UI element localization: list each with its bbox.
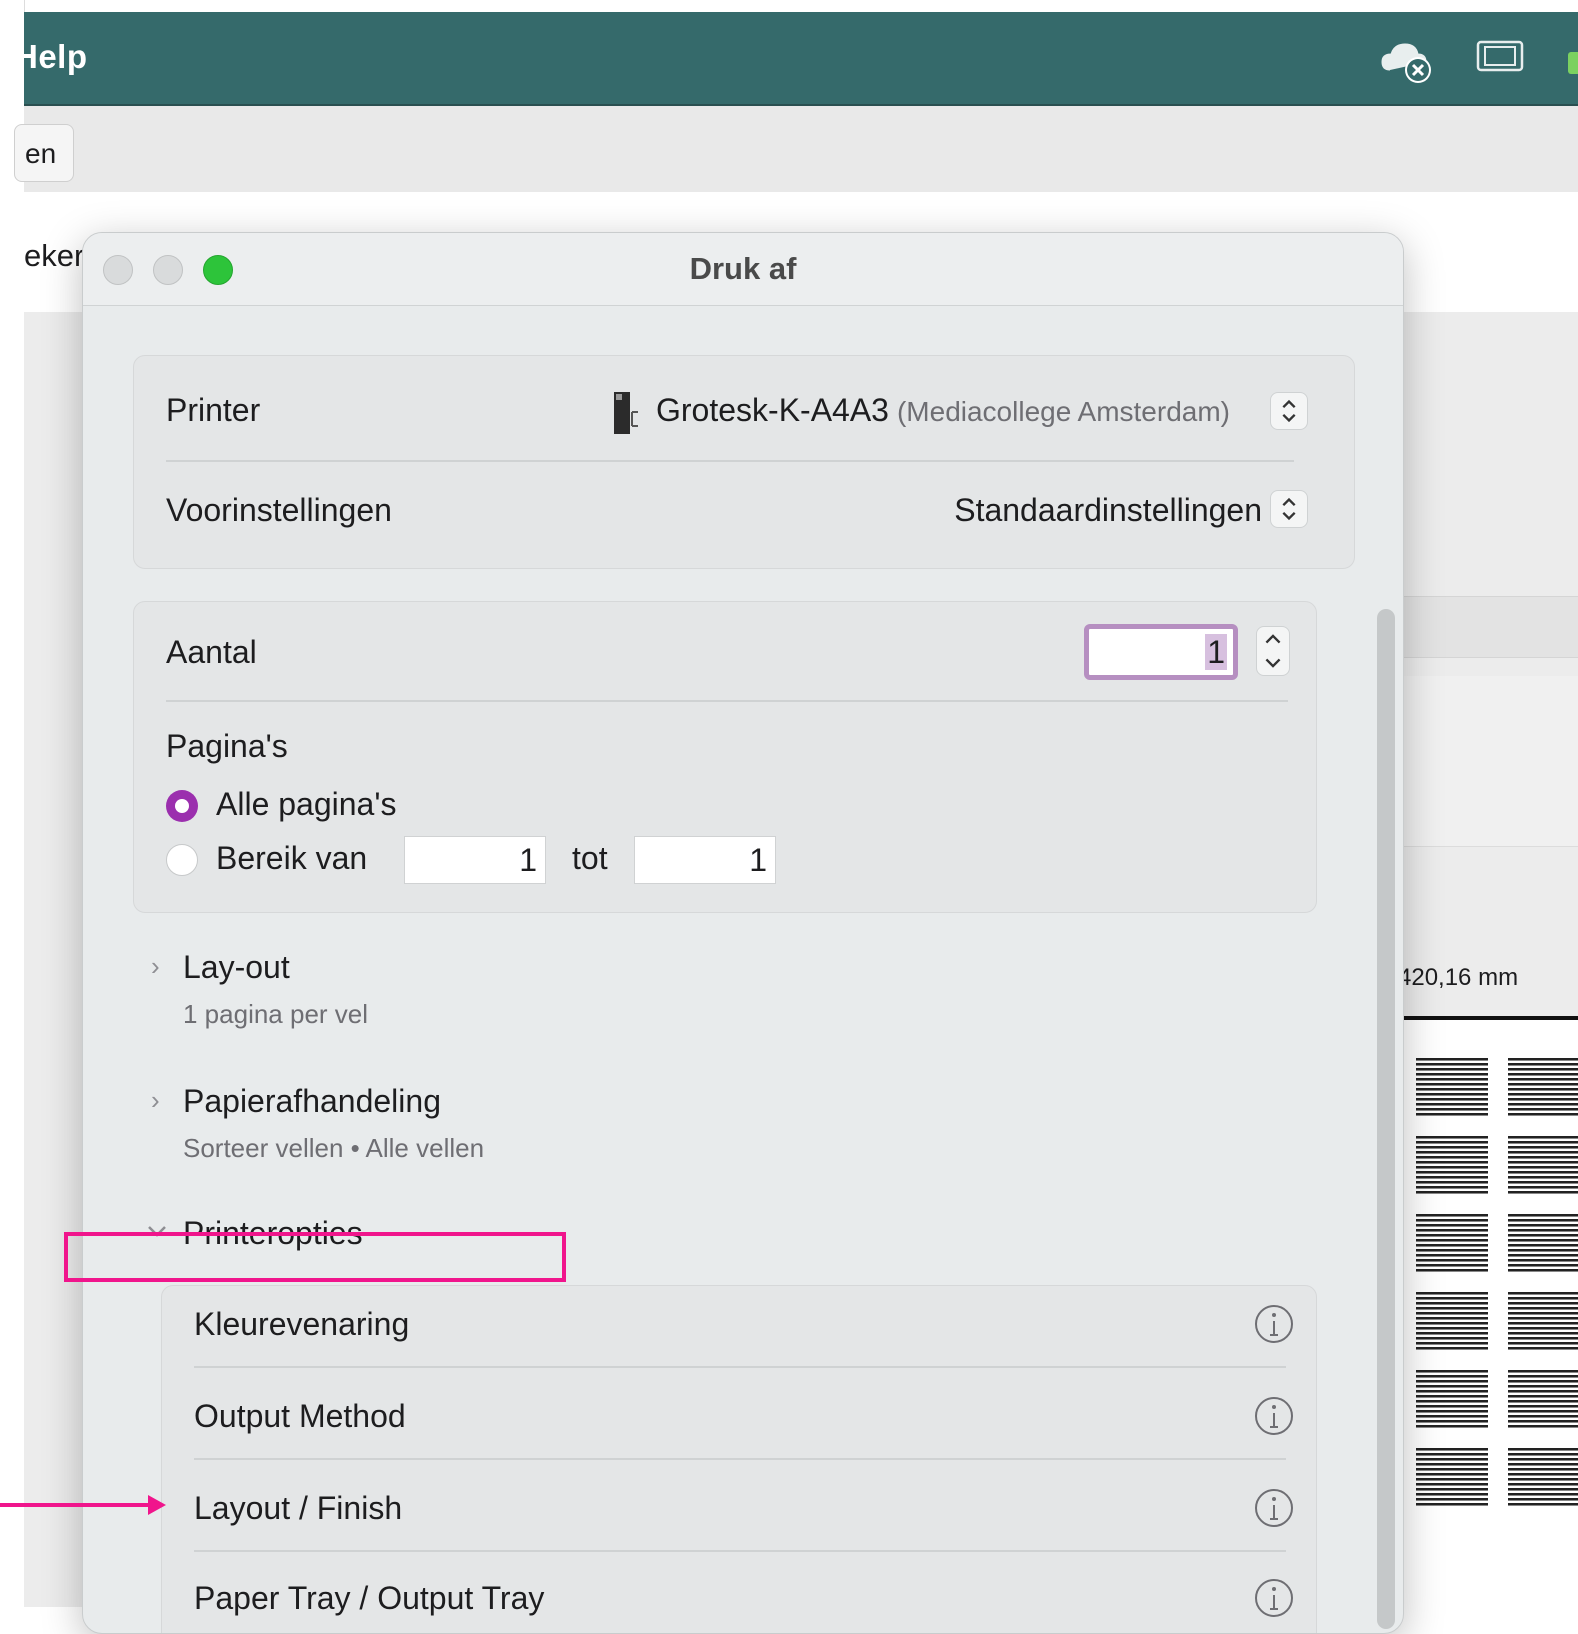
- option-paper-tray[interactable]: Paper Tray / Output Tray: [194, 1580, 544, 1617]
- copies-pages-card: Aantal 1 Pagina's Alle pagina's Bereik v…: [133, 601, 1317, 913]
- presets-label: Voorinstellingen: [166, 492, 392, 528]
- app-right-band: [1380, 596, 1578, 658]
- app-sub-label: eker: [24, 238, 85, 273]
- chevron-right-icon: ›: [151, 951, 160, 981]
- app-canvas-left: [24, 312, 84, 1607]
- range-label: Bereik van: [216, 840, 368, 876]
- section-subtitle: Sorteer vellen • Alle vellen: [183, 1133, 485, 1163]
- printer-select[interactable]: Grotesk-K-A4A3 (Mediacollege Amsterdam): [656, 392, 1230, 429]
- option-layout-finish[interactable]: Layout / Finish: [194, 1490, 402, 1527]
- info-icon[interactable]: [1254, 1396, 1294, 1436]
- cloud-error-icon[interactable]: [1380, 40, 1436, 86]
- separator: [166, 700, 1288, 702]
- all-pages-label: Alle pagina's: [216, 786, 397, 822]
- printer-updown-icon[interactable]: [1270, 392, 1308, 430]
- print-dialog: Druk af Printer Grotesk-K-A4A3 (Mediacoll…: [82, 232, 1404, 1634]
- scrollbar[interactable]: [1377, 609, 1395, 1629]
- separator: [166, 460, 1294, 462]
- app-toolbar: [24, 106, 1578, 192]
- copies-input[interactable]: 1: [1084, 624, 1238, 680]
- printer-label: Printer: [166, 392, 261, 428]
- printer-options-card: Kleurevenaring Output Method Layout / Fi…: [161, 1285, 1317, 1633]
- printer-icon: [614, 392, 638, 434]
- info-icon[interactable]: [1254, 1578, 1294, 1618]
- printer-name: Grotesk-K-A4A3: [656, 392, 889, 428]
- range-to-label: tot: [572, 840, 608, 876]
- separator: [194, 1550, 1286, 1552]
- status-indicator: [1568, 52, 1578, 74]
- range-radio[interactable]: [166, 844, 198, 876]
- chevron-right-icon: ›: [151, 1085, 160, 1115]
- display-icon[interactable]: [1476, 40, 1524, 76]
- info-icon[interactable]: [1254, 1304, 1294, 1344]
- copies-stepper[interactable]: [1256, 626, 1290, 676]
- dimension-label: 420,16 mm: [1398, 964, 1519, 991]
- section-title: Papierafhandeling: [183, 1083, 441, 1119]
- presets-updown-icon[interactable]: [1270, 490, 1308, 528]
- toolbar-button[interactable]: en: [14, 124, 74, 182]
- dialog-titlebar: Druk af: [83, 233, 1403, 306]
- screen-left-edge: [0, 0, 25, 1607]
- copies-value: 1: [1205, 634, 1227, 670]
- printer-location: (Mediacollege Amsterdam): [896, 396, 1230, 427]
- presets-select[interactable]: Standaardinstellingen: [954, 492, 1262, 529]
- section-subtitle: 1 pagina per vel: [183, 999, 369, 1029]
- range-from-input[interactable]: 1: [404, 836, 546, 884]
- all-pages-radio[interactable]: [166, 790, 198, 822]
- info-icon[interactable]: [1254, 1488, 1294, 1528]
- print-preview: [1404, 1016, 1578, 1611]
- menu-help[interactable]: Help: [24, 38, 88, 76]
- separator: [194, 1366, 1286, 1368]
- option-output-method[interactable]: Output Method: [194, 1398, 406, 1435]
- arrow-head-annotation: [148, 1495, 166, 1515]
- separator: [194, 1458, 1286, 1460]
- copies-label: Aantal: [166, 634, 257, 670]
- pages-label: Pagina's: [166, 728, 288, 764]
- arrow-annotation: [0, 1503, 150, 1507]
- highlight-annotation: [64, 1232, 566, 1282]
- range-to-input[interactable]: 1: [634, 836, 776, 884]
- app-right-band: [1380, 676, 1578, 847]
- app-menu-bar: [24, 12, 1578, 106]
- option-color-matching[interactable]: Kleurevenaring: [194, 1306, 409, 1343]
- section-title: Lay-out: [183, 949, 290, 985]
- printer-card: Printer Grotesk-K-A4A3 (Mediacollege Amst…: [133, 355, 1355, 569]
- dialog-title: Druk af: [689, 251, 797, 286]
